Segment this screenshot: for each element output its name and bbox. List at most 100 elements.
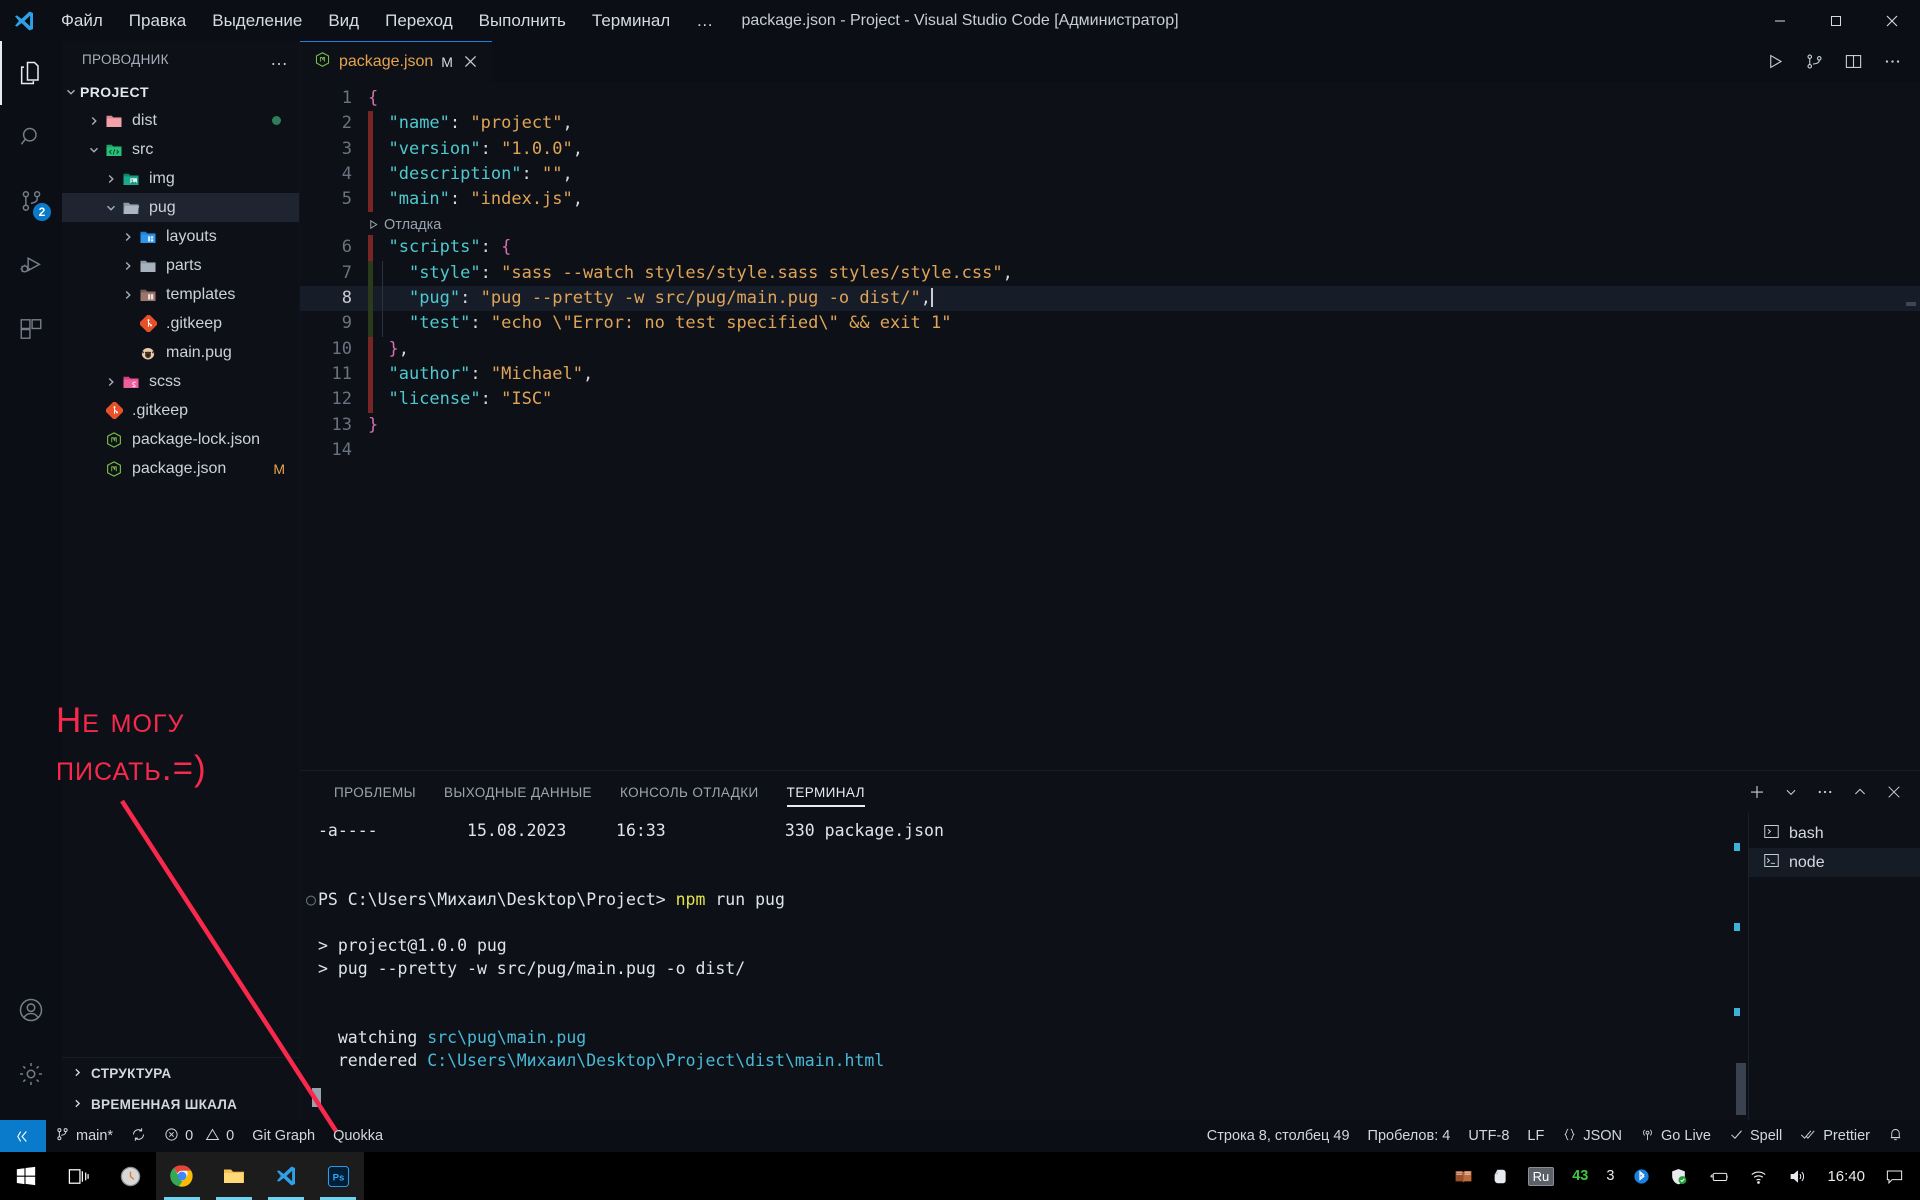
more-actions-icon[interactable] <box>1883 52 1902 71</box>
taskbar-clock[interactable]: 16:40 <box>1817 1152 1875 1200</box>
code-line[interactable]: 3 "version": "1.0.0", <box>300 136 1920 162</box>
clock-icon[interactable] <box>104 1152 156 1200</box>
book-icon[interactable] <box>1445 1152 1482 1200</box>
tree-item-templates[interactable]: templates <box>62 280 299 309</box>
menu-edit[interactable]: Правка <box>116 6 199 36</box>
code-line[interactable]: 6 "scripts": { <box>300 235 1920 261</box>
evernote-icon[interactable] <box>1482 1152 1519 1200</box>
status-git-graph[interactable]: Git Graph <box>243 1120 324 1152</box>
tree-item-package-lock-json[interactable]: package-lock.json <box>62 425 299 454</box>
split-run-icon[interactable] <box>1805 52 1824 71</box>
tab-package-json[interactable]: package.json M <box>300 41 493 82</box>
code-line[interactable]: 9 "test": "echo \"Error: no test specifi… <box>300 311 1920 337</box>
tree-item-gitkeep[interactable]: .gitkeep <box>62 309 299 338</box>
editor-actions[interactable] <box>1766 41 1920 82</box>
terminal-scrollbar[interactable] <box>1736 1063 1746 1115</box>
code-line[interactable]: 5 "main": "index.js", <box>300 187 1920 213</box>
code-content[interactable]: 1{2 "name": "project", 3 "version": "1.0.… <box>300 82 1920 463</box>
add-terminal-icon[interactable] <box>1748 783 1766 801</box>
battery-icon[interactable] <box>1697 1152 1739 1200</box>
task-view-icon[interactable] <box>52 1152 104 1200</box>
tree-item-src[interactable]: src <box>62 135 299 164</box>
explorer-more-icon[interactable]: … <box>270 49 289 70</box>
action-center-icon[interactable] <box>1875 1152 1914 1200</box>
run-debug-icon[interactable] <box>0 233 62 297</box>
minimize-icon[interactable] <box>1752 0 1808 41</box>
chevron-down-icon[interactable] <box>1784 785 1798 799</box>
panel-tabs[interactable]: ПРОБЛЕМЫ ВЫХОДНЫЕ ДАННЫЕ КОНСОЛЬ ОТЛАДКИ… <box>300 771 1920 813</box>
tree-item-main-pug[interactable]: main.pug <box>62 338 299 367</box>
status-spell[interactable]: Spell <box>1720 1120 1791 1152</box>
chevron-up-icon[interactable] <box>1852 784 1868 800</box>
shield-icon[interactable] <box>1660 1152 1697 1200</box>
section-outline[interactable]: СТРУКТУРА <box>62 1058 299 1089</box>
code-line[interactable]: 4 "description": "", <box>300 161 1920 188</box>
chrome-icon[interactable] <box>156 1152 208 1200</box>
language-indicator[interactable]: Ru <box>1519 1152 1564 1200</box>
status-eol[interactable]: LF <box>1518 1120 1553 1152</box>
tree-item-package-json[interactable]: package.json M <box>62 454 299 483</box>
source-control-icon[interactable]: 2 <box>0 169 62 233</box>
status-encoding[interactable]: UTF-8 <box>1459 1120 1518 1152</box>
tree-item-img[interactable]: img <box>62 164 299 193</box>
tab-debug-console[interactable]: КОНСОЛЬ ОТЛАДКИ <box>606 771 773 813</box>
status-branch[interactable]: main* <box>46 1120 122 1152</box>
menu-file[interactable]: Файл <box>48 6 116 36</box>
more-actions-icon[interactable] <box>1816 783 1834 801</box>
status-problems[interactable]: 0 0 <box>155 1120 243 1152</box>
section-timeline[interactable]: ВРЕМЕННАЯ ШКАЛА <box>62 1089 299 1120</box>
code-line[interactable]: 10 }, <box>300 336 1920 362</box>
terminal-item-bash[interactable]: bash <box>1749 819 1920 848</box>
windows-icon[interactable] <box>0 1152 52 1200</box>
file-tree[interactable]: PROJECT dist src img pug layouts parts templat… <box>62 77 299 1057</box>
panel-actions[interactable] <box>1748 783 1920 801</box>
close-icon[interactable] <box>1886 784 1902 800</box>
search-icon[interactable] <box>0 105 62 169</box>
tab-terminal[interactable]: ТЕРМИНАЛ <box>773 771 879 813</box>
status-go-live[interactable]: Go Live <box>1631 1120 1720 1152</box>
window-controls[interactable] <box>1752 0 1920 41</box>
code-line[interactable]: 8 "pug": "pug --pretty -w src/pug/main.p… <box>300 286 1920 312</box>
close-icon[interactable] <box>1864 0 1920 41</box>
maximize-icon[interactable] <box>1808 0 1864 41</box>
tree-item-parts[interactable]: parts <box>62 251 299 280</box>
account-icon[interactable] <box>0 978 62 1042</box>
codelens-debug[interactable]: Отладка <box>368 217 441 233</box>
status-quokka[interactable]: Quokka <box>324 1120 392 1152</box>
status-sync[interactable] <box>122 1120 155 1152</box>
tree-item-layouts[interactable]: layouts <box>62 222 299 251</box>
menu-bar[interactable]: Файл Правка Выделение Вид Переход Выполн… <box>48 6 726 36</box>
menu-go[interactable]: Переход <box>372 6 466 36</box>
tree-item-scss[interactable]: scss <box>62 367 299 396</box>
terminal-item-node[interactable]: node <box>1749 848 1920 877</box>
counter-3[interactable]: 3 <box>1597 1152 1623 1200</box>
menu-run[interactable]: Выполнить <box>466 6 579 36</box>
code-line[interactable]: 1{ <box>300 86 1920 111</box>
wifi-icon[interactable] <box>1739 1152 1778 1200</box>
tab-close-icon[interactable] <box>461 51 480 73</box>
run-icon[interactable] <box>1766 52 1785 71</box>
code-editor[interactable]: 1{2 "name": "project", 3 "version": "1.0.… <box>300 82 1920 770</box>
remote-icon[interactable] <box>0 1120 46 1152</box>
photoshop-icon[interactable]: Ps <box>312 1152 364 1200</box>
code-line[interactable]: 11 "author": "Michael", <box>300 361 1920 388</box>
tree-item-pug[interactable]: pug <box>62 193 299 222</box>
terminal-output[interactable]: -a---- 15.08.2023 16:33 330 package.json… <box>300 813 1748 1120</box>
folder-icon[interactable] <box>208 1152 260 1200</box>
sidebar-item-explorer[interactable] <box>0 41 62 105</box>
status-prettier[interactable]: Prettier <box>1791 1120 1879 1152</box>
menu-selection[interactable]: Выделение <box>199 6 315 36</box>
code-line[interactable]: 13} <box>300 413 1920 438</box>
code-line[interactable]: 7 "style": "sass --watch styles/style.sa… <box>300 260 1920 287</box>
tab-output[interactable]: ВЫХОДНЫЕ ДАННЫЕ <box>430 771 606 813</box>
status-cursor-position[interactable]: Строка 8, столбец 49 <box>1198 1120 1359 1152</box>
status-indentation[interactable]: Пробелов: 4 <box>1359 1120 1460 1152</box>
tab-problems[interactable]: ПРОБЛЕМЫ <box>320 771 430 813</box>
extensions-icon[interactable] <box>0 297 62 361</box>
counter-43[interactable]: 43 <box>1563 1152 1597 1200</box>
gear-icon[interactable] <box>0 1042 62 1106</box>
menu-terminal[interactable]: Терминал <box>579 6 683 36</box>
code-line[interactable]: 14 <box>300 438 1920 463</box>
code-line[interactable]: 12 "license": "ISC" <box>300 387 1920 413</box>
code-line[interactable]: 2 "name": "project", <box>300 111 1920 137</box>
